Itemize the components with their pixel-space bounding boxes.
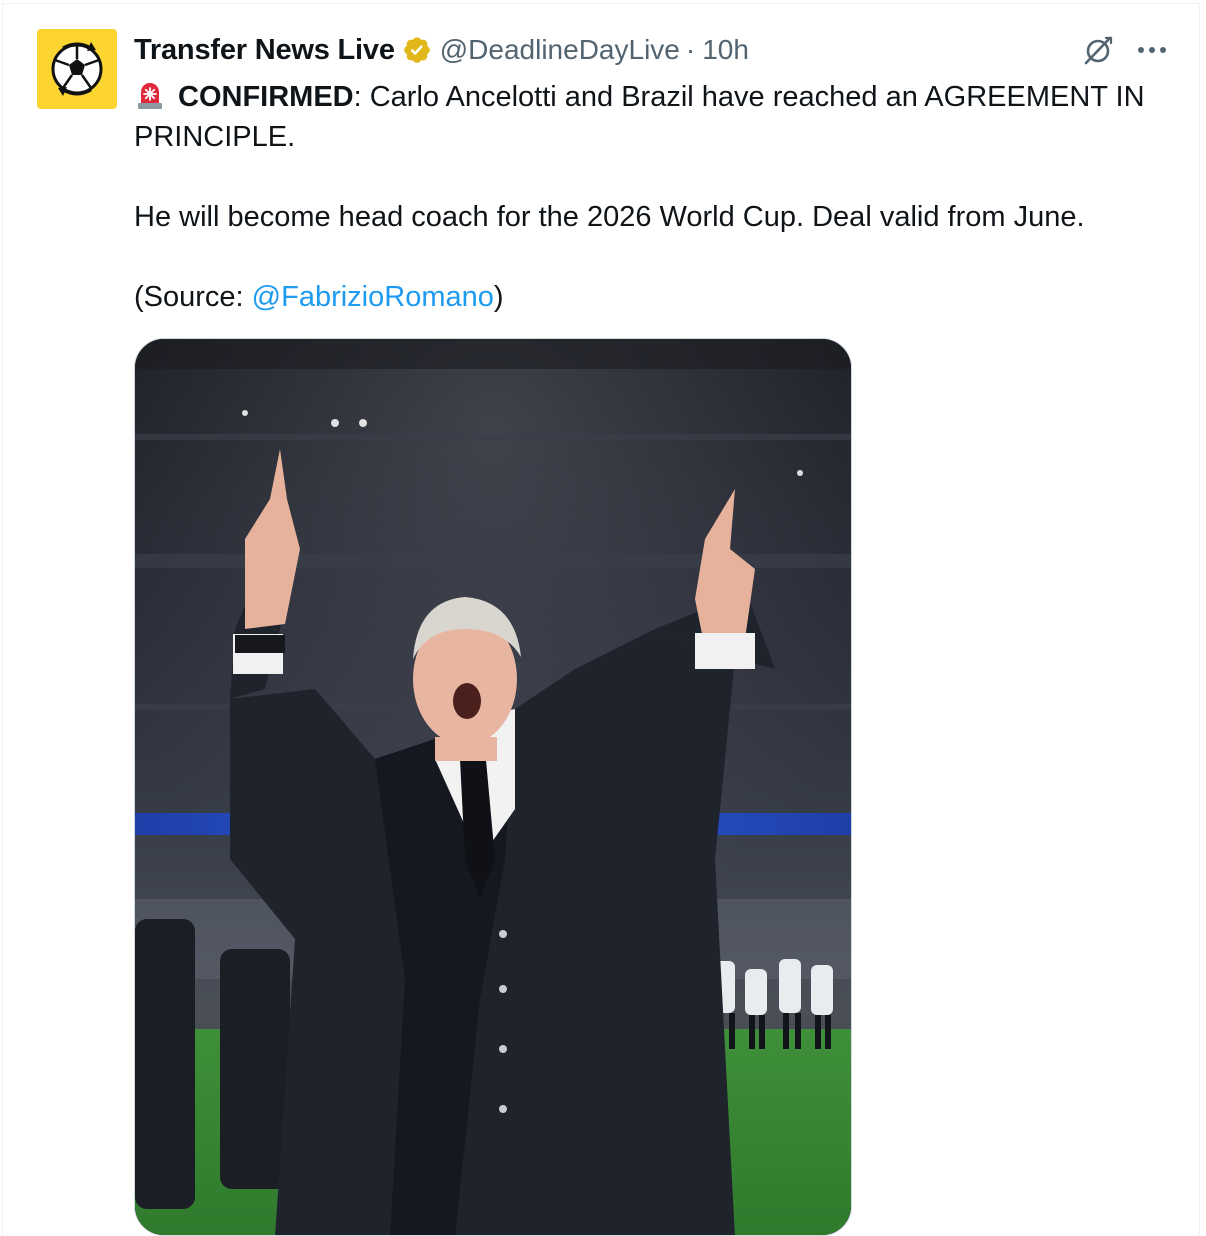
siren-emoji-icon bbox=[138, 83, 162, 109]
more-options-icon[interactable] bbox=[1134, 38, 1170, 62]
confirmed-label: CONFIRMED bbox=[178, 81, 354, 113]
source-prefix: (Source: bbox=[134, 281, 252, 313]
tweet-headline: CONFIRMED: Carlo Ancelotti and Brazil ha… bbox=[134, 77, 1179, 157]
football-arrows-icon bbox=[51, 42, 103, 96]
author-display-name[interactable]: Transfer News Live bbox=[134, 34, 395, 67]
tweet-text: CONFIRMED: Carlo Ancelotti and Brazil ha… bbox=[134, 77, 1179, 317]
source-mention-link[interactable]: @FabrizioRomano bbox=[252, 281, 494, 313]
tweet-header: Transfer News Live @DeadlineDayLive · 10… bbox=[134, 31, 749, 69]
tweet-timestamp[interactable]: 10h bbox=[702, 34, 749, 66]
tweet-source: (Source: @FabrizioRomano) bbox=[134, 277, 1179, 317]
celebrating-coach-photo bbox=[135, 339, 851, 1235]
author-avatar[interactable] bbox=[37, 29, 117, 109]
author-handle[interactable]: @DeadlineDayLive bbox=[440, 34, 680, 66]
grok-icon[interactable] bbox=[1082, 34, 1114, 66]
tweet-body: He will become head coach for the 2026 W… bbox=[134, 201, 1085, 233]
tweet-card[interactable]: Transfer News Live @DeadlineDayLive · 10… bbox=[2, 3, 1200, 1236]
tweet-media-photo[interactable] bbox=[134, 338, 852, 1236]
source-suffix: ) bbox=[493, 281, 504, 313]
header-separator: · bbox=[685, 34, 696, 65]
verified-badge-icon[interactable] bbox=[402, 35, 432, 65]
